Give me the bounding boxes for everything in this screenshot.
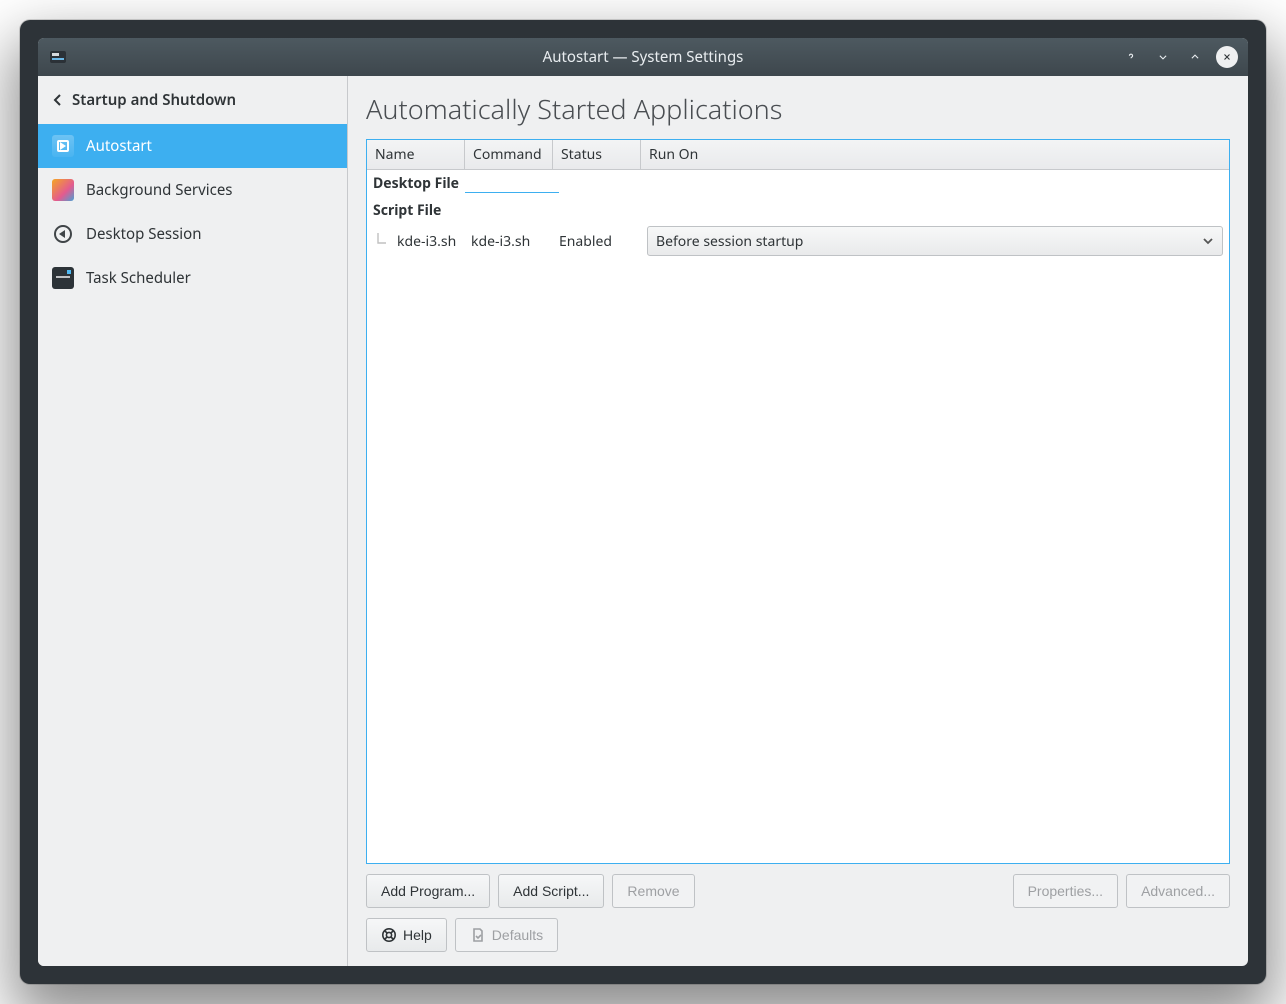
page-title: Automatically Started Applications <box>366 90 1230 127</box>
column-header-command[interactable]: Command <box>465 140 553 169</box>
cell-status: Enabled <box>553 232 641 251</box>
app-icon <box>48 47 68 67</box>
column-header-run-on[interactable]: Run On <box>641 140 1229 169</box>
group-desktop-file[interactable]: Desktop File <box>367 170 1229 197</box>
group-label: Script File <box>373 201 441 220</box>
autostart-icon <box>52 135 74 157</box>
cell-name: kde-i3.sh <box>391 232 465 251</box>
defaults-button-label: Defaults <box>492 927 543 943</box>
properties-button[interactable]: Properties... <box>1013 874 1118 908</box>
defaults-button[interactable]: Defaults <box>455 918 558 952</box>
lifebuoy-icon <box>381 927 397 943</box>
help-button-label: Help <box>403 927 432 943</box>
app-window: Autostart — System Settings <box>38 38 1248 966</box>
table-row[interactable]: kde-i3.sh kde-i3.sh Enabled Before sessi… <box>367 224 1229 258</box>
chevron-down-icon <box>1202 235 1214 247</box>
add-script-button[interactable]: Add Script... <box>498 874 604 908</box>
titlebar[interactable]: Autostart — System Settings <box>38 38 1248 76</box>
help-titlebar-button[interactable] <box>1120 46 1142 68</box>
sidebar-item-label: Desktop Session <box>86 224 202 244</box>
close-button[interactable] <box>1216 46 1238 68</box>
sidebar-item-label: Task Scheduler <box>86 268 191 288</box>
combobox-value: Before session startup <box>656 232 803 251</box>
cell-command: kde-i3.sh <box>465 232 553 251</box>
selection-indicator <box>465 175 559 193</box>
column-header-status[interactable]: Status <box>553 140 641 169</box>
chevron-left-icon <box>52 94 64 106</box>
group-label: Desktop File <box>373 174 459 193</box>
sidebar-item-task-scheduler[interactable]: Task Scheduler <box>38 256 347 300</box>
maximize-button[interactable] <box>1184 46 1206 68</box>
window-title: Autostart — System Settings <box>38 47 1248 67</box>
breadcrumb-back[interactable]: Startup and Shutdown <box>38 76 347 124</box>
document-reset-icon <box>470 927 486 943</box>
minimize-button[interactable] <box>1152 46 1174 68</box>
main-pane: Automatically Started Applications Name … <box>348 76 1248 966</box>
remove-button[interactable]: Remove <box>612 874 694 908</box>
group-script-file[interactable]: Script File <box>367 197 1229 224</box>
task-scheduler-icon <box>52 267 74 289</box>
help-button[interactable]: Help <box>366 918 447 952</box>
sidebar-item-autostart[interactable]: Autostart <box>38 124 347 168</box>
sidebar-item-label: Autostart <box>86 136 152 156</box>
breadcrumb-label: Startup and Shutdown <box>72 90 236 110</box>
autostart-table: Name Command Status Run On Desktop File <box>366 139 1230 864</box>
advanced-button[interactable]: Advanced... <box>1126 874 1230 908</box>
sidebar-item-label: Background Services <box>86 180 232 200</box>
background-svc-icon <box>52 179 74 201</box>
sidebar-item-desktop-session[interactable]: Desktop Session <box>38 212 347 256</box>
desktop-session-icon <box>52 223 74 245</box>
table-header: Name Command Status Run On <box>367 140 1229 170</box>
add-program-button[interactable]: Add Program... <box>366 874 490 908</box>
run-on-combobox[interactable]: Before session startup <box>647 226 1223 256</box>
column-header-name[interactable]: Name <box>367 140 465 169</box>
sidebar: Startup and Shutdown Autostart Backgroun… <box>38 76 348 966</box>
sidebar-item-background-services[interactable]: Background Services <box>38 168 347 212</box>
tree-branch-icon <box>373 232 391 250</box>
